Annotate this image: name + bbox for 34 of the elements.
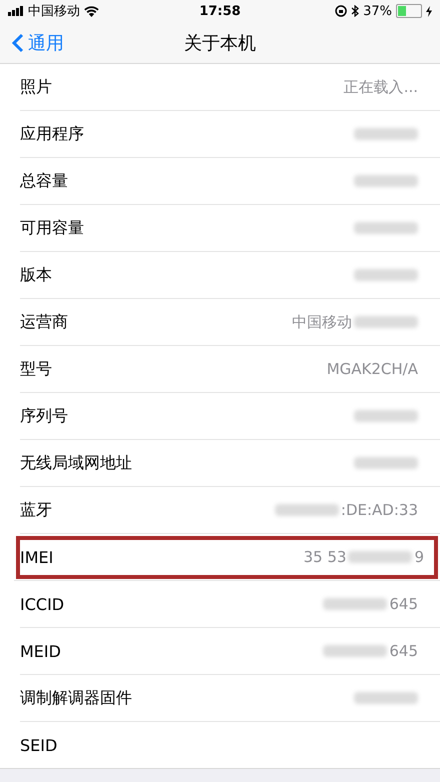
- row-label: 运营商: [20, 312, 69, 332]
- rotation-lock-icon: [335, 5, 348, 17]
- wifi-icon: [84, 6, 99, 16]
- row-label: 总容量: [20, 170, 69, 192]
- row-value: 正在载入...: [344, 78, 418, 96]
- row-value: 35 53: [304, 548, 346, 566]
- row-label: 应用程序: [20, 124, 85, 144]
- row-label: 无线局域网地址: [20, 452, 133, 474]
- row-label: 调制解调器固件: [20, 688, 133, 708]
- row-label: ICCID: [20, 594, 66, 614]
- row-label: 蓝牙: [20, 500, 53, 520]
- back-button[interactable]: 通用: [0, 30, 64, 54]
- row-label: 可用容量: [20, 218, 85, 238]
- clock-time: 17:58: [199, 4, 241, 18]
- row-value: 645: [389, 642, 418, 660]
- row-label: SEID: [20, 736, 58, 754]
- row-label: IMEI: [20, 548, 54, 566]
- row-label: 版本: [20, 264, 53, 286]
- row-label: 照片: [20, 76, 53, 98]
- row-value: 645: [389, 595, 418, 613]
- row-value: :DE:AD:33: [340, 501, 418, 519]
- signal-icon: [8, 6, 24, 16]
- bluetooth-icon: [351, 5, 360, 17]
- page-title: 关于本机: [184, 32, 256, 54]
- row-value: 9: [414, 548, 424, 566]
- battery-icon: [396, 4, 422, 18]
- back-chevron-icon: [12, 32, 24, 52]
- row-value: MGAK2CH/A: [326, 360, 418, 378]
- carrier-name: 中国移动: [28, 3, 80, 20]
- row-value: 中国移动: [292, 312, 352, 332]
- row-label: 序列号: [20, 406, 69, 426]
- row-label: 型号: [20, 358, 53, 380]
- battery-percent: 37%: [363, 4, 392, 18]
- row-label: MEID: [20, 642, 62, 660]
